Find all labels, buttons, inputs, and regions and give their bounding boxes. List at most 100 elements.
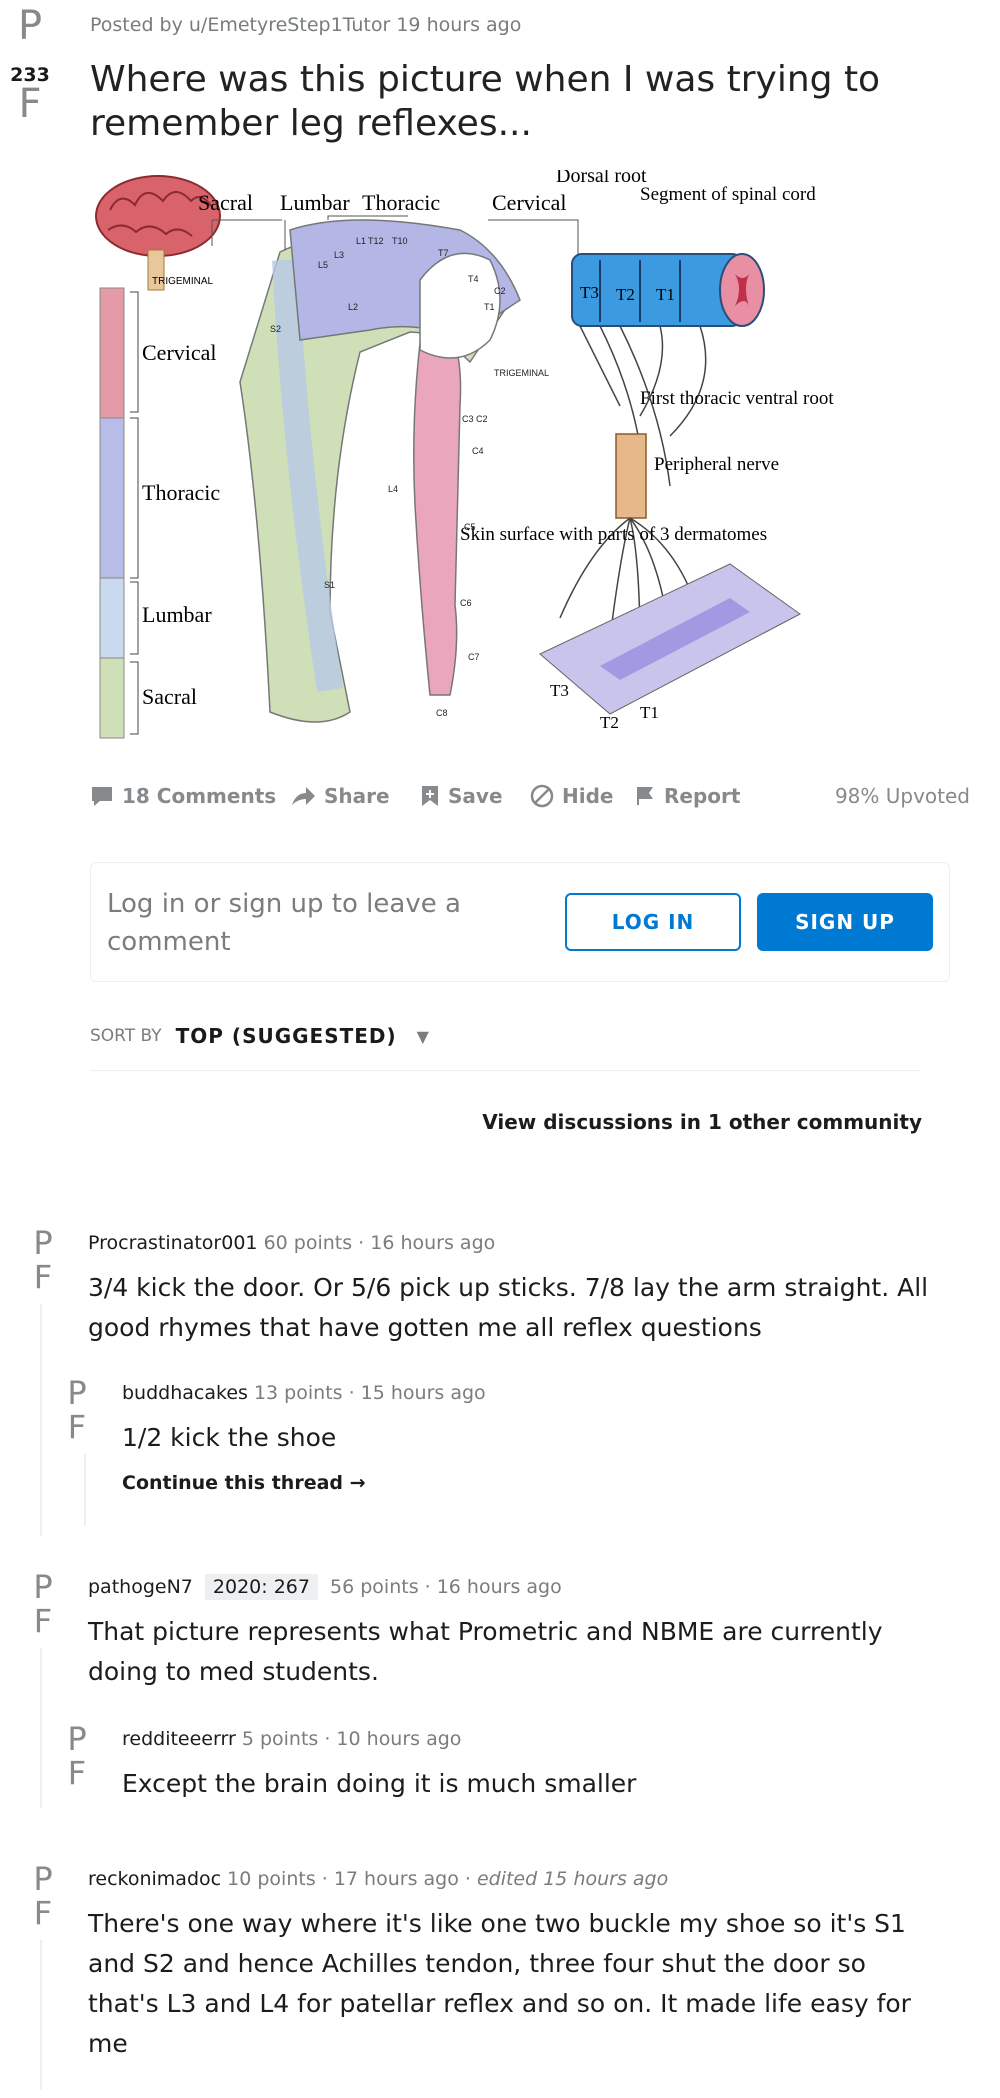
comment-author[interactable]: Procrastinator001	[88, 1232, 258, 1254]
brain-label-trigeminal: TRIGEMINAL	[152, 276, 214, 287]
login-prompt-box: Log in or sign up to leave a comment LOG…	[90, 862, 950, 982]
sign-up-button[interactable]: SIGN UP	[757, 893, 933, 951]
share-button[interactable]: Share	[290, 784, 390, 808]
label-c6: C6	[460, 598, 472, 608]
comment-author[interactable]: redditeeerrr	[122, 1728, 236, 1750]
sort-value[interactable]: TOP (SUGGESTED)	[176, 1024, 397, 1048]
hide-button[interactable]: Hide	[530, 784, 613, 808]
label-s2: S2	[270, 324, 281, 334]
dermatome-figure[interactable]: TRIGEMINAL Cervical Thoracic Lumbar Sacr…	[80, 170, 995, 760]
downvote-icon[interactable]: F	[28, 1604, 58, 1638]
comment-author[interactable]: reckonimadoc	[88, 1868, 221, 1890]
flag-icon	[637, 787, 653, 805]
hide-label: Hide	[562, 784, 614, 808]
skin-label-t2: T2	[600, 713, 619, 732]
thread-line[interactable]	[40, 1304, 42, 1536]
thread-line[interactable]	[84, 1454, 86, 1526]
vote-column: P 233 F	[0, 6, 60, 124]
comment-points: 56 points · 16 hours ago	[330, 1576, 562, 1598]
downvote-icon[interactable]: F	[62, 1756, 92, 1790]
thread-line[interactable]	[40, 1940, 42, 2090]
cord-label-segment: Segment of spinal cord	[640, 184, 816, 205]
edited-note: edited 15 hours ago	[476, 1868, 669, 1890]
spinal-cord-segment	[539, 253, 801, 715]
cord-label-dorsal-root: Dorsal root	[556, 170, 647, 187]
label-c4: C4	[472, 446, 484, 456]
label-l2: L2	[348, 302, 358, 312]
label-c3c2: C3 C2	[462, 414, 488, 424]
hide-icon	[530, 784, 554, 808]
label-t1: T1	[484, 302, 495, 312]
brain-label-cervical: Cervical	[142, 340, 217, 365]
comment-meta: buddhacakes 13 points · 15 hours ago	[122, 1382, 486, 1404]
post-meta: Posted by u/EmetyreStep1Tutor 19 hours a…	[90, 14, 522, 36]
comment-meta: reckonimadoc 10 points · 17 hours ago · …	[88, 1868, 668, 1890]
downvote-icon[interactable]: F	[28, 1896, 58, 1930]
caret-down-icon[interactable]: ▼	[417, 1027, 429, 1046]
comment-body: There's one way where it's like one two …	[88, 1909, 911, 2058]
bookmark-icon	[422, 786, 438, 806]
spinal-column	[99, 287, 139, 739]
comment-reply: P F buddhacakes 13 points · 15 hours ago…	[60, 1376, 960, 1526]
label-l5: L5	[318, 260, 328, 270]
label-t12: T12	[368, 236, 384, 246]
label-l4: L4	[388, 484, 398, 494]
comment-vote: P F	[62, 1376, 92, 1444]
downvote-icon[interactable]: F	[62, 1410, 92, 1444]
downvote-icon[interactable]: F	[28, 1260, 58, 1294]
brain-label-thoracic: Thoracic	[142, 480, 220, 505]
divider	[90, 1070, 920, 1071]
comment: P F reckonimadoc 10 points · 17 hours ag…	[28, 1862, 968, 2092]
comment-reply: P F redditeeerrr 5 points · 10 hours ago…	[60, 1722, 960, 1812]
upvote-icon[interactable]: P	[62, 1722, 92, 1756]
label-trigeminal-body: TRIGEMINAL	[494, 368, 549, 378]
comment-body: Except the brain doing it is much smalle…	[122, 1769, 637, 1798]
thread-line[interactable]	[40, 1648, 42, 1808]
view-discussions-link[interactable]: View discussions in 1 other community	[482, 1110, 922, 1134]
comment-body: 1/2 kick the shoe	[122, 1423, 337, 1452]
log-in-button[interactable]: LOG IN	[565, 893, 741, 951]
label-t7: T7	[438, 248, 449, 258]
save-button[interactable]: Save	[420, 784, 503, 808]
comment-author[interactable]: pathogeN7	[88, 1576, 193, 1598]
comment-icon	[92, 787, 112, 806]
body-label-thoracic: Thoracic	[362, 190, 440, 215]
comment-body: 3/4 kick the door. Or 5/6 pick up sticks…	[88, 1273, 929, 1342]
post-title[interactable]: Where was this picture when I was trying…	[90, 58, 940, 146]
cord-label-skin: Skin surface with parts of 3 dermatomes	[460, 524, 767, 545]
comments-label: 18 Comments	[122, 784, 277, 808]
comment-meta: pathogeN7 2020: 267 56 points · 16 hours…	[88, 1574, 562, 1600]
comment-vote: P F	[28, 1226, 58, 1294]
comment-vote: P F	[28, 1862, 58, 1930]
cord-label-first-thoracic: First thoracic ventral root	[640, 388, 834, 409]
share-label: Share	[324, 784, 390, 808]
comment-meta: redditeeerrr 5 points · 10 hours ago	[122, 1728, 461, 1750]
comment-points: 13 points · 15 hours ago	[253, 1382, 486, 1404]
comments-button[interactable]: 18 Comments	[90, 784, 276, 808]
label-t4: T4	[468, 274, 479, 284]
body-label-sacral: Sacral	[198, 190, 253, 215]
comment-points: 10 points · 17 hours ago ·	[227, 1868, 477, 1890]
label-c2: C2	[494, 286, 506, 296]
label-l1: L1	[356, 236, 366, 246]
skin-label-t3: T3	[550, 681, 569, 700]
upvote-icon[interactable]: P	[62, 1376, 92, 1410]
share-icon	[292, 787, 315, 805]
downvote-icon[interactable]: F	[0, 84, 60, 124]
cord-label-t2: T2	[616, 285, 635, 304]
label-l3: L3	[334, 250, 344, 260]
comment-meta: Procrastinator001 60 points · 16 hours a…	[88, 1232, 495, 1254]
upvote-icon[interactable]: P	[28, 1570, 58, 1604]
body-label-cervical: Cervical	[492, 190, 567, 215]
comment-author[interactable]: buddhacakes	[122, 1382, 248, 1404]
sort-label: SORT BY	[90, 1026, 162, 1046]
label-c8: C8	[436, 708, 448, 718]
login-prompt-text: Log in or sign up to leave a comment	[107, 889, 461, 957]
upvote-icon[interactable]: P	[0, 6, 60, 46]
report-button[interactable]: Report	[634, 784, 740, 808]
upvote-icon[interactable]: P	[28, 1862, 58, 1896]
sort-control[interactable]: SORT BY TOP (SUGGESTED) ▼	[90, 1024, 429, 1048]
continue-thread-link[interactable]: Continue this thread →	[122, 1472, 366, 1494]
cord-label-t1: T1	[656, 285, 675, 304]
upvote-icon[interactable]: P	[28, 1226, 58, 1260]
